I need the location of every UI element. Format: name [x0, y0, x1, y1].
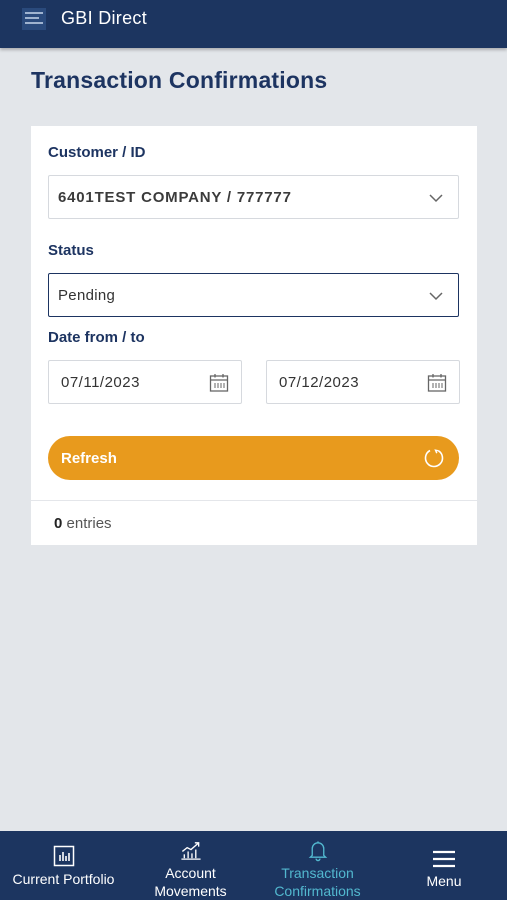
status-select-value: Pending — [58, 286, 116, 304]
page-title: Transaction Confirmations — [31, 67, 328, 93]
hamburger-icon — [433, 850, 455, 868]
bell-icon — [308, 841, 327, 862]
nav-label: Movements — [154, 883, 227, 899]
customer-select[interactable]: 6401TEST COMPANY / 777777 — [48, 175, 459, 219]
nav-current-portfolio[interactable]: Current Portfolio — [0, 831, 127, 900]
app-title: GBI Direct — [61, 8, 148, 28]
portfolio-chart-icon — [53, 845, 74, 867]
refresh-button-label: Refresh — [61, 449, 117, 467]
nav-transaction-confirmations[interactable]: Transaction Confirmations — [254, 831, 381, 900]
nav-label: Menu — [426, 873, 462, 889]
entries-count-suffix: entries — [66, 515, 112, 532]
status-select[interactable]: Pending — [48, 273, 459, 317]
status-label: Status — [48, 242, 94, 259]
bottom-nav: Current Portfolio Account Movements Tran… — [0, 831, 507, 900]
customer-label: Customer / ID — [48, 144, 146, 161]
customer-select-value: 6401TEST COMPANY / 777777 — [58, 188, 292, 206]
filter-card: Customer / ID 6401TEST COMPANY / 777777 … — [31, 126, 477, 545]
calendar-icon[interactable] — [427, 373, 447, 393]
top-app-bar: GBI Direct — [0, 0, 507, 48]
nav-label: Confirmations — [274, 883, 361, 899]
date-from-value: 07/11/2023 — [61, 373, 140, 391]
calendar-icon[interactable] — [209, 373, 229, 393]
card-divider — [31, 500, 477, 501]
nav-label: Current Portfolio — [12, 871, 115, 887]
date-range-label: Date from / to — [48, 329, 145, 346]
chevron-down-icon — [429, 194, 443, 203]
app-logo-icon — [22, 8, 46, 30]
nav-menu[interactable]: Menu — [381, 831, 507, 900]
chevron-down-icon — [429, 292, 443, 301]
date-to-value: 07/12/2023 — [279, 373, 360, 391]
nav-account-movements[interactable]: Account Movements — [127, 831, 254, 900]
nav-label: Account — [165, 865, 216, 881]
refresh-icon — [424, 449, 444, 468]
nav-label: Transaction — [281, 865, 354, 881]
entries-count: 0 entries — [54, 515, 112, 532]
trend-chart-icon — [180, 842, 201, 860]
refresh-button[interactable]: Refresh — [48, 436, 459, 480]
date-from-field[interactable]: 07/11/2023 — [48, 360, 242, 404]
date-to-field[interactable]: 07/12/2023 — [266, 360, 460, 404]
entries-count-value: 0 — [54, 515, 63, 532]
